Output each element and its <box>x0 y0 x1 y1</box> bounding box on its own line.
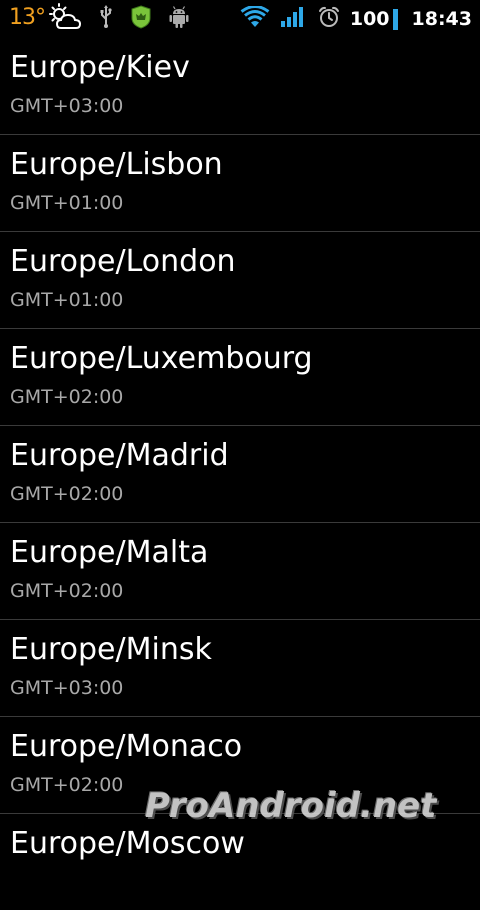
timezone-name: Europe/Moscow <box>10 826 245 861</box>
timezone-name: Europe/Minsk <box>10 632 212 667</box>
battery-level: 100 <box>349 8 390 30</box>
timezone-item-luxembourg[interactable]: Europe/Luxembourg GMT+02:00 <box>0 329 480 426</box>
signal-strength-icon <box>280 6 306 32</box>
timezone-name: Europe/London <box>10 244 236 279</box>
timezone-name: Europe/Kiev <box>10 50 190 85</box>
timezone-name: Europe/Madrid <box>10 438 229 473</box>
android-debug-icon <box>168 5 190 33</box>
timezone-offset: GMT+02:00 <box>10 580 124 602</box>
timezone-item-moscow[interactable]: Europe/Moscow <box>0 814 480 910</box>
timezone-offset: GMT+02:00 <box>10 483 124 505</box>
usb-icon <box>99 5 113 33</box>
timezone-name: Europe/Lisbon <box>10 147 223 182</box>
timezone-offset: GMT+03:00 <box>10 95 124 117</box>
timezone-item-lisbon[interactable]: Europe/Lisbon GMT+01:00 <box>0 135 480 232</box>
app-notification-icon <box>129 5 153 33</box>
clock: 18:43 <box>411 8 472 30</box>
wifi-icon <box>240 5 270 32</box>
timezone-offset: GMT+02:00 <box>10 386 124 408</box>
alarm-icon <box>318 6 340 32</box>
timezone-offset: GMT+01:00 <box>10 289 124 311</box>
timezone-item-malta[interactable]: Europe/Malta GMT+02:00 <box>0 523 480 620</box>
timezone-item-madrid[interactable]: Europe/Madrid GMT+02:00 <box>0 426 480 523</box>
timezone-item-kiev[interactable]: Europe/Kiev GMT+03:00 <box>0 38 480 135</box>
timezone-item-minsk[interactable]: Europe/Minsk GMT+03:00 <box>0 620 480 717</box>
watermark: ProAndroid.net <box>145 786 437 826</box>
timezone-offset: GMT+01:00 <box>10 192 124 214</box>
battery-icon <box>392 8 398 30</box>
timezone-name: Europe/Monaco <box>10 729 243 764</box>
status-bar[interactable]: 13° 100 18:43 <box>0 0 480 38</box>
weather-partly-cloudy-icon <box>47 2 87 36</box>
temperature-readout: 13° <box>9 5 46 30</box>
timezone-offset: GMT+02:00 <box>10 774 124 796</box>
timezone-offset: GMT+03:00 <box>10 677 124 699</box>
timezone-item-london[interactable]: Europe/London GMT+01:00 <box>0 232 480 329</box>
timezone-list[interactable]: Europe/Kiev GMT+03:00 Europe/Lisbon GMT+… <box>0 38 480 910</box>
timezone-name: Europe/Malta <box>10 535 209 570</box>
timezone-name: Europe/Luxembourg <box>10 341 313 376</box>
